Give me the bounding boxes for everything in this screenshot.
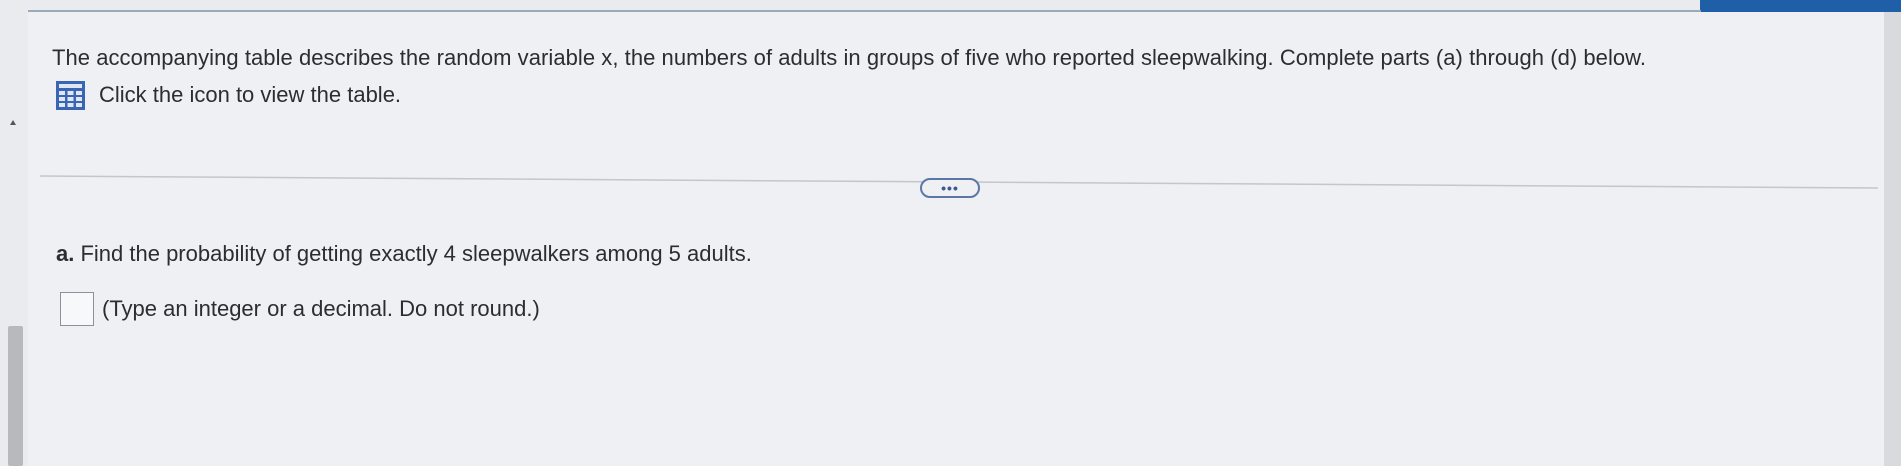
more-dots-icon: ••• [941,180,959,196]
answer-a-row: (Type an integer or a decimal. Do not ro… [60,292,540,326]
problem-intro: The accompanying table describes the ran… [52,45,1647,70]
table-grid-icon[interactable] [56,80,85,110]
question-a: a. Find the probability of getting exact… [56,240,752,268]
view-table-label[interactable]: Click the icon to view the table. [99,82,401,108]
view-table-link[interactable]: Click the icon to view the table. [56,80,401,110]
question-a-text: Find the probability of getting exactly … [74,241,752,266]
collapse-caret-icon[interactable] [10,120,16,125]
answer-a-input[interactable] [60,292,94,326]
right-edge [1884,12,1901,466]
top-accent-bar [1700,0,1901,12]
expand-more-button[interactable]: ••• [920,178,980,198]
part-letter: a. [56,241,75,266]
answer-a-hint: (Type an integer or a decimal. Do not ro… [102,296,540,321]
left-scrollbar[interactable] [8,326,23,466]
